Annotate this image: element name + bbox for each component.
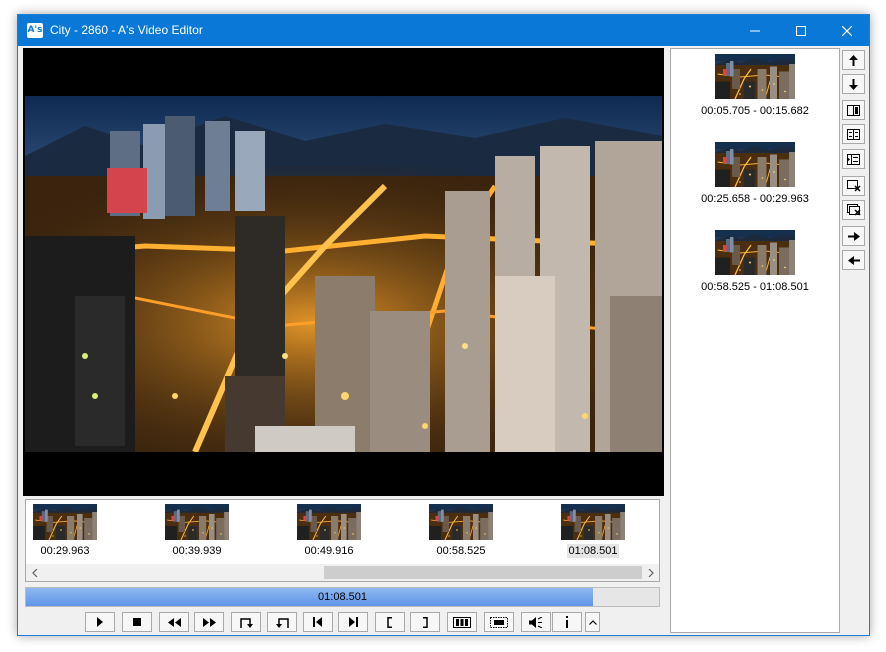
timeline-thumbnail <box>429 504 493 540</box>
mark-out-icon <box>423 616 428 628</box>
horizontal-scrollbar[interactable] <box>26 564 659 581</box>
close-button[interactable] <box>824 15 870 46</box>
segment-range: 00:05.705 - 00:15.682 <box>701 105 809 117</box>
mark-in-icon <box>387 616 392 628</box>
play-button[interactable] <box>85 612 115 632</box>
next-frame-button[interactable] <box>338 612 368 632</box>
segments-list[interactable]: 00:05.705 - 00:15.682 00:25.658 - 00:29.… <box>670 48 840 633</box>
segment-range: 00:58.525 - 01:08.501 <box>701 281 809 293</box>
set-start-button[interactable] <box>231 612 261 632</box>
timeline-strip[interactable]: 00:29.963 00:39.939 00:49.916 00:58.525 … <box>25 499 660 582</box>
set-start-icon <box>239 617 253 628</box>
snapshot-icon <box>490 616 508 628</box>
timeline-time: 00:58.525 <box>436 545 486 557</box>
video-preview[interactable] <box>23 48 664 496</box>
current-time: 01:08.501 <box>318 591 367 603</box>
app-window: A's City - 2860 - A's Video Editor 00:29… <box>17 14 870 636</box>
expand-icon <box>588 619 597 625</box>
mark-in-button[interactable] <box>375 612 405 632</box>
remove-segment-icon <box>846 180 861 192</box>
play-icon <box>97 617 103 627</box>
snapshot-button[interactable] <box>484 612 514 632</box>
move-up-icon <box>849 54 858 66</box>
segment-range: 00:25.658 - 00:29.963 <box>701 193 809 205</box>
timeline-item[interactable]: 00:49.916 <box>294 504 364 558</box>
chevron-right-icon <box>648 568 654 577</box>
volume-button[interactable] <box>521 612 551 632</box>
split-columns-button[interactable] <box>842 124 865 144</box>
info-button[interactable] <box>552 612 582 632</box>
timeline-thumbnail <box>33 504 97 540</box>
expand-button[interactable] <box>585 612 600 632</box>
fast-forward-button[interactable] <box>194 612 224 632</box>
segment-item[interactable]: 00:58.525 - 01:08.501 <box>671 230 839 294</box>
timeline-item[interactable]: 00:39.939 <box>162 504 232 558</box>
playback-progress-bar[interactable]: 01:08.501 <box>25 587 660 607</box>
maximize-button[interactable] <box>778 15 824 46</box>
previous-frame-icon <box>313 617 322 627</box>
remove-segment-button[interactable] <box>842 176 865 196</box>
stop-button[interactable] <box>122 612 152 632</box>
timeline-item[interactable]: 00:29.963 <box>30 504 100 558</box>
title-bar[interactable]: A's City - 2860 - A's Video Editor <box>18 15 869 46</box>
remove-all-icon <box>846 204 861 216</box>
segment-thumbnail <box>715 142 795 187</box>
minimize-icon <box>750 30 760 31</box>
split-columns-icon <box>847 128 860 140</box>
import-icon <box>847 255 860 265</box>
fast-forward-icon <box>202 617 216 627</box>
add-segment-icon <box>453 616 471 628</box>
next-frame-icon <box>349 617 358 627</box>
split-left-icon <box>847 104 860 116</box>
timeline-time: 00:49.916 <box>304 545 354 557</box>
timeline-thumbnail <box>297 504 361 540</box>
timeline-item-selected[interactable]: 01:08.501 <box>558 504 628 558</box>
segment-item[interactable]: 00:25.658 - 00:29.963 <box>671 142 839 206</box>
scroll-right-button[interactable] <box>642 564 659 581</box>
move-up-button[interactable] <box>842 50 865 70</box>
add-segment-button[interactable] <box>447 612 477 632</box>
segment-thumbnail <box>715 54 795 99</box>
chevron-left-icon <box>31 568 37 577</box>
previous-frame-button[interactable] <box>303 612 333 632</box>
scroll-left-button[interactable] <box>26 564 43 581</box>
split-right-button[interactable] <box>842 149 865 169</box>
info-icon <box>566 616 568 628</box>
segment-thumbnail <box>715 230 795 275</box>
rewind-icon <box>167 617 181 627</box>
app-icon: A's <box>27 23 43 38</box>
timeline-item[interactable]: 00:58.525 <box>426 504 496 558</box>
minimize-button[interactable] <box>732 15 778 46</box>
maximize-icon <box>796 25 806 36</box>
video-frame <box>25 96 662 452</box>
timeline-thumbnail <box>561 504 625 540</box>
remove-all-button[interactable] <box>842 200 865 220</box>
timeline-time: 01:08.501 <box>566 544 620 558</box>
set-end-icon <box>275 617 289 628</box>
split-left-button[interactable] <box>842 100 865 120</box>
import-button[interactable] <box>842 250 865 270</box>
timeline-time: 00:39.939 <box>172 545 222 557</box>
volume-icon <box>529 616 543 628</box>
timeline-thumbnail <box>165 504 229 540</box>
export-icon <box>847 231 860 241</box>
set-end-button[interactable] <box>267 612 297 632</box>
export-button[interactable] <box>842 226 865 246</box>
mark-out-button[interactable] <box>410 612 440 632</box>
split-right-icon <box>847 153 860 165</box>
scroll-thumb[interactable] <box>324 566 642 579</box>
segment-item[interactable]: 00:05.705 - 00:15.682 <box>671 54 839 118</box>
client-area: 00:29.963 00:39.939 00:49.916 00:58.525 … <box>18 46 869 635</box>
close-icon <box>842 25 852 36</box>
timeline-time: 00:29.963 <box>40 545 90 557</box>
stop-icon <box>133 618 141 626</box>
rewind-button[interactable] <box>159 612 189 632</box>
window-title: City - 2860 - A's Video Editor <box>50 23 203 37</box>
city-night-image <box>25 96 662 452</box>
move-down-icon <box>849 78 858 90</box>
move-down-button[interactable] <box>842 74 865 94</box>
